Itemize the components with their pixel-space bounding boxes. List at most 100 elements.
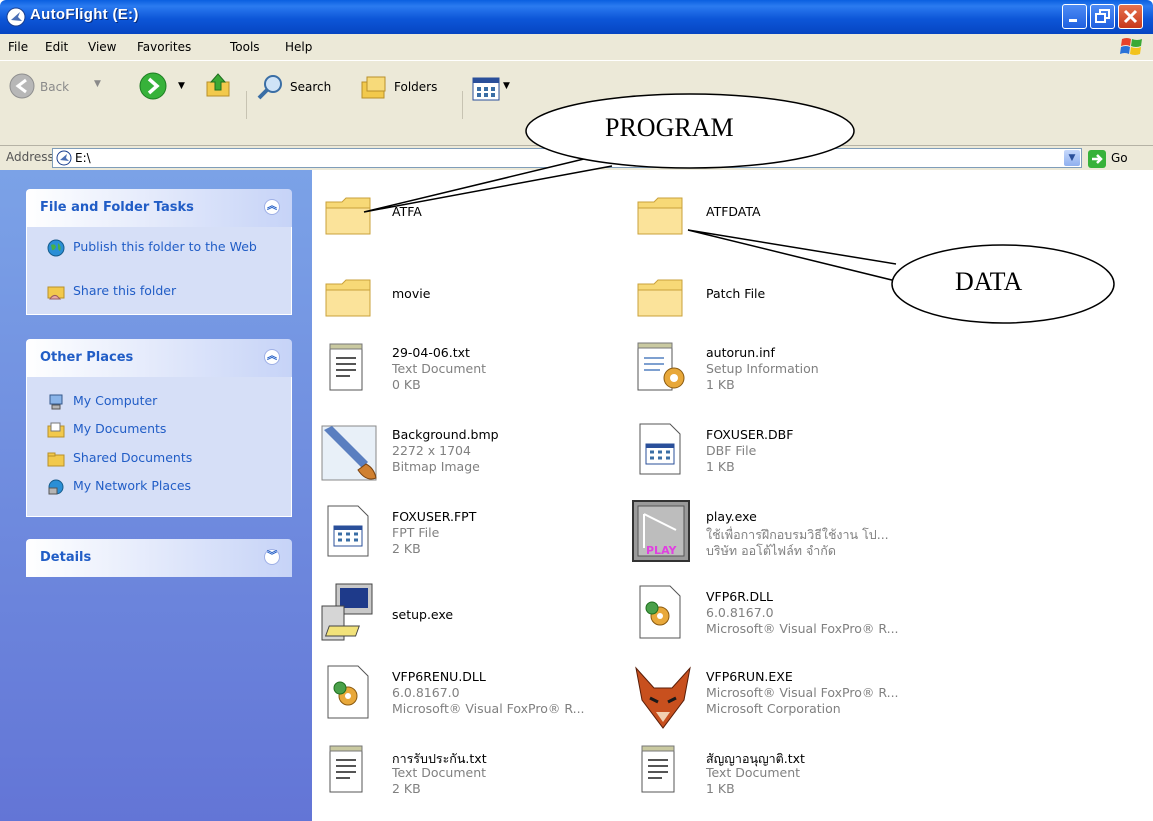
menu-view[interactable]: View xyxy=(88,40,116,54)
file-detail: Text Document xyxy=(706,765,801,780)
forward-dropdown-icon[interactable]: ▼ xyxy=(178,81,185,91)
text-document-icon xyxy=(329,343,363,391)
dll-file-icon xyxy=(327,665,369,719)
text-document-icon xyxy=(641,745,675,793)
menu-edit[interactable]: Edit xyxy=(45,40,68,54)
file-play-exe[interactable]: PLAY xyxy=(632,500,690,565)
folder-patch-file[interactable] xyxy=(636,272,686,325)
go-button[interactable]: Go xyxy=(1088,149,1148,169)
window-title: AutoFlight (E:) xyxy=(30,6,139,23)
task-publish-web[interactable]: Publish this folder to the Web xyxy=(47,239,277,257)
folder-movie[interactable] xyxy=(324,272,374,325)
minimize-button[interactable] xyxy=(1062,4,1087,29)
folder-icon xyxy=(637,279,683,317)
go-label: Go xyxy=(1111,151,1128,165)
file-folder-tasks-header[interactable]: File and Folder Tasks ︽ xyxy=(26,189,292,227)
dbf-file-icon xyxy=(639,423,681,475)
search-button[interactable]: Search xyxy=(256,69,348,103)
file-name: Background.bmp xyxy=(392,427,499,442)
file-vfp6run-exe[interactable] xyxy=(632,664,694,737)
collapse-chevron-icon[interactable]: ︽ xyxy=(264,349,280,365)
back-label: Back xyxy=(40,80,70,94)
file-name: FOXUSER.FPT xyxy=(392,509,477,524)
folders-button[interactable]: Folders xyxy=(360,69,450,103)
expand-chevron-icon[interactable]: ︾ xyxy=(264,549,280,565)
file-background-bmp[interactable] xyxy=(318,422,380,487)
bitmap-image-icon xyxy=(321,425,377,481)
autoflight-icon xyxy=(6,7,26,27)
share-folder-icon xyxy=(47,286,65,300)
file-detail: 6.0.8167.0 xyxy=(392,685,460,700)
file-name: FOXUSER.DBF xyxy=(706,427,794,442)
play-exe-icon: PLAY xyxy=(632,500,690,562)
file-setup-exe[interactable] xyxy=(316,580,382,649)
file-foxuser-fpt[interactable] xyxy=(326,504,372,563)
views-button[interactable]: ▼ xyxy=(472,77,520,103)
file-name: 29-04-06.txt xyxy=(392,345,470,360)
address-dropdown-icon[interactable]: ▼ xyxy=(1064,150,1080,166)
close-button[interactable] xyxy=(1118,4,1143,29)
up-folder-icon[interactable] xyxy=(203,70,233,100)
back-button[interactable]: Back ▼ xyxy=(8,69,128,103)
dll-file-icon xyxy=(639,585,681,639)
file-29-04-06-txt[interactable] xyxy=(328,342,366,397)
data-callout-text: DATA xyxy=(955,267,1023,296)
file-detail: Text Document xyxy=(392,361,487,376)
documents-folder-icon xyxy=(47,422,65,438)
file-license-txt[interactable] xyxy=(640,744,678,799)
folder-atfdata[interactable] xyxy=(636,190,686,243)
file-name: autorun.inf xyxy=(706,345,775,360)
place-my-computer[interactable]: My Computer xyxy=(47,393,157,411)
search-icon xyxy=(257,75,282,100)
file-detail: 2 KB xyxy=(392,781,421,796)
collapse-chevron-icon[interactable]: ︽ xyxy=(264,199,280,215)
file-name: movie xyxy=(392,286,431,301)
address-label: Address xyxy=(6,150,54,164)
file-name: VFP6R.DLL xyxy=(706,589,773,604)
drive-icon xyxy=(56,150,72,166)
other-places-title: Other Places xyxy=(40,350,134,365)
menu-help[interactable]: Help xyxy=(285,40,312,54)
svg-text:PLAY: PLAY xyxy=(646,544,678,557)
file-name: ATFA xyxy=(392,204,422,219)
title-bar: AutoFlight (E:) xyxy=(0,0,1153,34)
place-my-documents-label: My Documents xyxy=(73,421,167,436)
file-detail: Microsoft® Visual FoxPro® R... xyxy=(706,621,899,636)
place-my-documents[interactable]: My Documents xyxy=(47,421,166,439)
other-places-header[interactable]: Other Places ︽ xyxy=(26,339,292,377)
file-autorun-inf[interactable] xyxy=(636,340,688,399)
folder-icon xyxy=(325,279,371,317)
globe-icon xyxy=(47,239,65,257)
menu-file[interactable]: File xyxy=(8,40,28,54)
menu-favorites[interactable]: Favorites xyxy=(137,40,191,54)
forward-arrow-icon[interactable] xyxy=(138,71,168,101)
file-foxuser-dbf[interactable] xyxy=(638,422,684,481)
file-folder-tasks-title: File and Folder Tasks xyxy=(40,200,194,215)
file-detail: Microsoft Corporation xyxy=(706,701,841,716)
restore-button[interactable] xyxy=(1090,4,1115,29)
task-share-label: Share this folder xyxy=(73,283,177,298)
place-shared-documents[interactable]: Shared Documents xyxy=(47,450,192,468)
place-network-places-label: My Network Places xyxy=(73,478,192,493)
file-detail: 1 KB xyxy=(706,377,735,392)
file-detail: 1 KB xyxy=(706,459,735,474)
file-name: ATFDATA xyxy=(706,204,761,219)
file-detail: Microsoft® Visual FoxPro® R... xyxy=(392,701,585,716)
folders-icon xyxy=(361,76,386,99)
task-publish-label: Publish this folder to the Web xyxy=(73,239,257,254)
file-detail: FPT File xyxy=(392,525,440,540)
place-network-places[interactable]: My Network Places xyxy=(47,478,191,496)
details-header[interactable]: Details ︾ xyxy=(26,539,292,577)
address-input[interactable]: E:\ ▼ xyxy=(52,148,1082,168)
file-folder-tasks-panel: Publish this folder to the Web Share thi… xyxy=(26,227,292,315)
folder-atfa[interactable] xyxy=(324,190,374,243)
file-detail: บริษัท ออโต้ไฟล์ท จำกัด xyxy=(706,543,836,558)
menu-tools[interactable]: Tools xyxy=(230,40,260,54)
views-dropdown-icon: ▼ xyxy=(503,81,510,91)
file-detail: 2272 x 1704 xyxy=(392,443,471,458)
back-dropdown-icon[interactable]: ▼ xyxy=(94,79,101,89)
file-vfp6renu-dll[interactable] xyxy=(326,664,372,725)
file-warranty-txt[interactable] xyxy=(328,744,366,799)
task-share-folder[interactable]: Share this folder xyxy=(47,283,176,301)
file-vfp6r-dll[interactable] xyxy=(638,584,684,645)
